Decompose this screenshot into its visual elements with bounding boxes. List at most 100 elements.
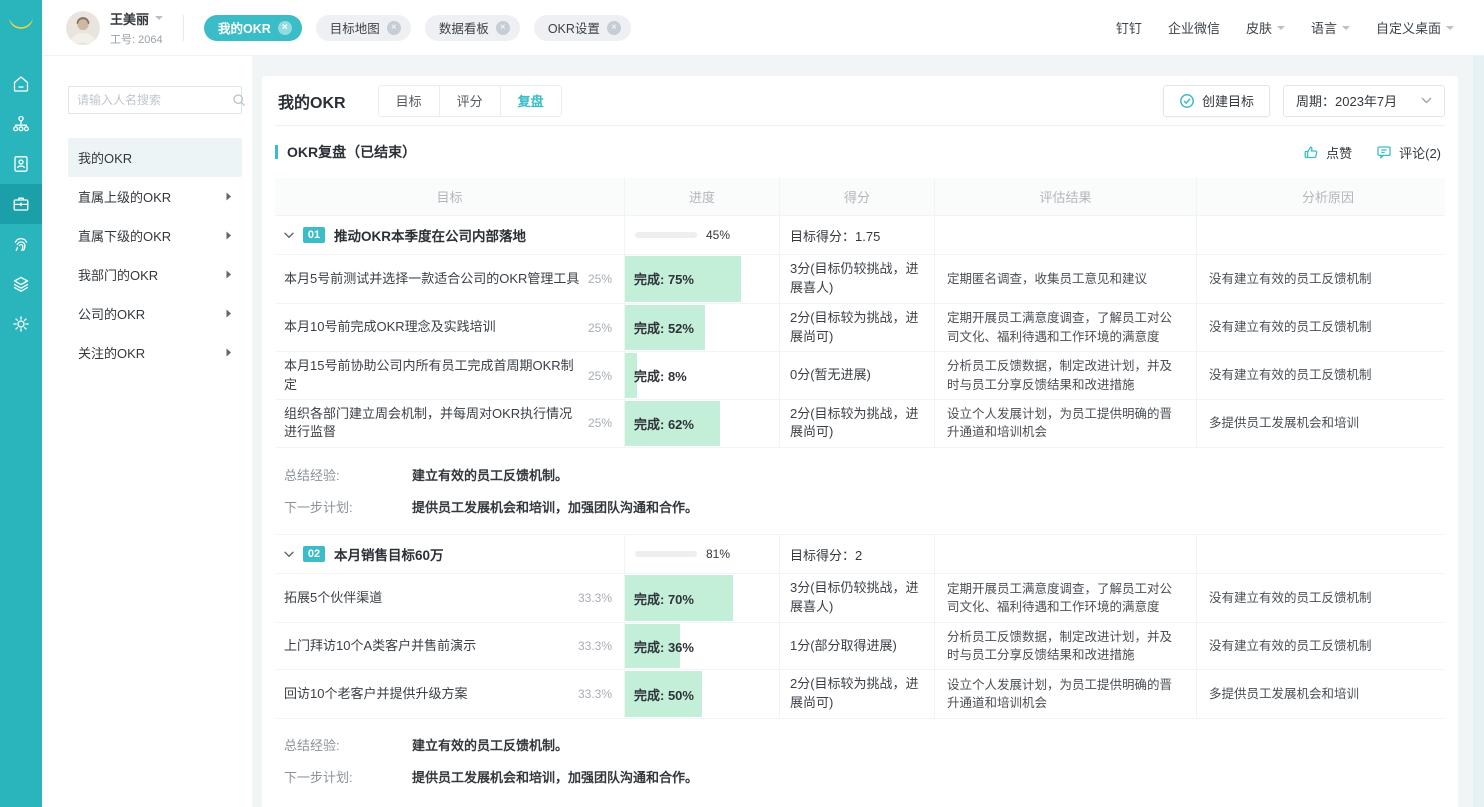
kr-score-cell: 2分(目标较为挑战，进展尚可) [780, 304, 935, 352]
workspace-tab[interactable]: OKR设置× [534, 15, 631, 41]
kr-evaluation-cell: 分析员工反馈数据，制定改进计划，并及时与员工分享反馈结果和改进措施 [935, 623, 1197, 669]
kr-analysis-cell: 没有建立有效的员工反馈机制 [1197, 255, 1459, 303]
sidebar-item[interactable]: 直属上级的OKR [68, 177, 242, 216]
column-header-label: 评估结果 [1039, 187, 1091, 206]
kr-row: 拓展5个伙伴渠道33.3%完成: 70%3分(目标仍较挑战，进展喜人)定期开展员… [275, 574, 1445, 623]
rail-item-org-chart[interactable] [0, 104, 42, 144]
tab-view[interactable]: 目标 [379, 86, 439, 116]
kr-title: 本月15号前协助公司内所有员工完成首周期OKR制定 [284, 357, 580, 393]
sidebar-item[interactable]: 直属下级的OKR [68, 216, 242, 255]
chevron-down-icon[interactable] [155, 16, 163, 24]
chevron-down-icon [1446, 26, 1454, 34]
workspace-tab[interactable]: 目标地图× [316, 15, 411, 41]
rail-item-gear[interactable] [0, 304, 42, 344]
create-objective-button[interactable]: 创建目标 [1163, 85, 1270, 117]
kr-progress-fill: 完成: 62% [625, 401, 720, 447]
empty-cell [935, 216, 1197, 254]
sidebar-item[interactable]: 公司的OKR [68, 294, 242, 333]
column-header: 进度 [625, 178, 780, 215]
user-info[interactable]: 王美丽 工号: 2064 [66, 9, 163, 47]
kr-evaluation-cell: 设立个人发展计划，为员工提供明确的晋升通道和培训机会 [935, 400, 1197, 448]
kr-analysis-cell: 多提供员工发展机会和培训 [1197, 670, 1459, 718]
rail-item-layers[interactable] [0, 264, 42, 304]
top-menu-link[interactable]: 钉钉 [1116, 18, 1142, 37]
sidebar-item[interactable]: 我的OKR [68, 138, 242, 177]
like-button[interactable]: 点赞 [1303, 143, 1352, 162]
id-card-icon [11, 154, 31, 174]
rail-item-id-card[interactable] [0, 144, 42, 184]
kr-score-cell: 3分(目标仍较挑战，进展喜人) [780, 574, 935, 622]
search-input[interactable] [77, 93, 232, 107]
tab-active[interactable]: 复盘 [500, 86, 561, 116]
search-icon[interactable] [232, 93, 246, 107]
tab-view[interactable]: 评分 [439, 86, 500, 116]
app-logo[interactable] [0, 0, 42, 56]
avatar[interactable] [66, 11, 100, 45]
sidebar-item[interactable]: 我部门的OKR [68, 255, 242, 294]
top-menu-link[interactable]: 企业微信 [1168, 18, 1220, 37]
comment-button[interactable]: 评论(2) [1376, 143, 1441, 162]
kr-analysis-cell: 没有建立有效的员工反馈机制 [1197, 623, 1459, 669]
sidebar-item-label: 公司的OKR [78, 304, 145, 323]
next-plan-label: 下一步计划: [284, 497, 412, 516]
top-menu-dropdown[interactable]: 自定义桌面 [1376, 18, 1454, 37]
close-icon[interactable]: × [496, 21, 510, 35]
objective-score-cell: 目标得分：2 [780, 535, 935, 573]
close-icon[interactable]: × [387, 21, 401, 35]
comment-label: 评论(2) [1399, 143, 1441, 162]
chevron-right-icon [226, 192, 232, 201]
chevron-down-icon[interactable] [284, 232, 294, 239]
column-header: 分析原因 [1197, 178, 1459, 215]
chevron-right-icon [226, 231, 232, 240]
period-value: 周期：2023年7月 [1296, 91, 1397, 110]
scrollbar[interactable] [1473, 56, 1484, 807]
kr-score-cell: 1分(部分取得进展) [780, 623, 935, 669]
chevron-down-icon [1277, 26, 1285, 34]
kr-title-cell: 本月15号前协助公司内所有员工完成首周期OKR制定25% [275, 352, 625, 398]
sidebar-item[interactable]: 关注的OKR [68, 333, 242, 372]
objective-index-badge: 01 [303, 227, 325, 243]
kr-evaluation-cell: 分析员工反馈数据，制定改进计划，并及时与员工分享反馈结果和改进措施 [935, 352, 1197, 398]
create-objective-label: 创建目标 [1202, 91, 1254, 110]
close-icon[interactable]: × [278, 21, 292, 35]
top-menu-dropdown[interactable]: 语言 [1311, 18, 1350, 37]
kr-title-cell: 本月10号前完成OKR理念及实践培训25% [275, 304, 625, 352]
summary-row: 总结经验:建立有效的员工反馈机制。 [275, 458, 1445, 490]
kr-score-cell: 2分(目标较为挑战，进展尚可) [780, 400, 935, 448]
kr-title-cell: 拓展5个伙伴渠道33.3% [275, 574, 625, 622]
chevron-down-icon[interactable] [284, 551, 294, 558]
target-icon [1179, 93, 1195, 109]
kr-weight: 33.3% [570, 591, 624, 605]
kr-weight: 25% [580, 416, 624, 430]
person-search[interactable] [68, 86, 242, 114]
rail-item-workbench[interactable] [0, 184, 42, 224]
rail-item-home[interactable] [0, 64, 42, 104]
workspace-tab[interactable]: 数据看板 × [425, 15, 520, 41]
period-select[interactable]: 周期：2023年7月 [1283, 85, 1445, 117]
next-plan-value: 提供员工发展机会和培训，加强团队沟通和合作。 [412, 767, 698, 786]
kr-progress-fill: 完成: 50% [625, 671, 702, 717]
close-icon[interactable]: × [607, 21, 621, 35]
org-chart-icon [11, 114, 31, 134]
user-name: 王美丽 [110, 9, 149, 28]
workspace-tab-label: 数据看板 [439, 18, 489, 37]
kr-title-cell: 本月5号前测试并选择一款适合公司的OKR管理工具25% [275, 255, 625, 303]
summary-value: 建立有效的员工反馈机制。 [412, 735, 568, 754]
kr-progress-fill: 完成: 52% [625, 305, 705, 351]
kr-row: 回访10个老客户并提供升级方案33.3%完成: 50%2分(目标较为挑战，进展尚… [275, 670, 1445, 719]
kr-progress-label: 完成: 75% [625, 269, 694, 288]
kr-title-cell: 组织各部门建立周会机制，并每周对OKR执行情况进行监督25% [275, 400, 625, 448]
kr-title: 本月10号前完成OKR理念及实践培训 [284, 318, 496, 336]
chevron-right-icon [226, 309, 232, 318]
rail-item-fingerprint[interactable] [0, 224, 42, 264]
smile-logo-icon [7, 17, 35, 39]
thumbs-up-icon [1303, 144, 1319, 160]
column-header-label: 得分 [844, 187, 870, 206]
kr-progress-label: 完成: 8% [625, 366, 687, 385]
workspace-tab[interactable]: 我的OKR× [204, 15, 302, 41]
like-label: 点赞 [1326, 143, 1352, 162]
top-menu-dropdown[interactable]: 皮肤 [1246, 18, 1285, 37]
view-tabs: 目标评分复盘 [378, 85, 562, 117]
sidebar-item-label: 直属上级的OKR [78, 187, 171, 206]
column-header: 得分 [780, 178, 935, 215]
